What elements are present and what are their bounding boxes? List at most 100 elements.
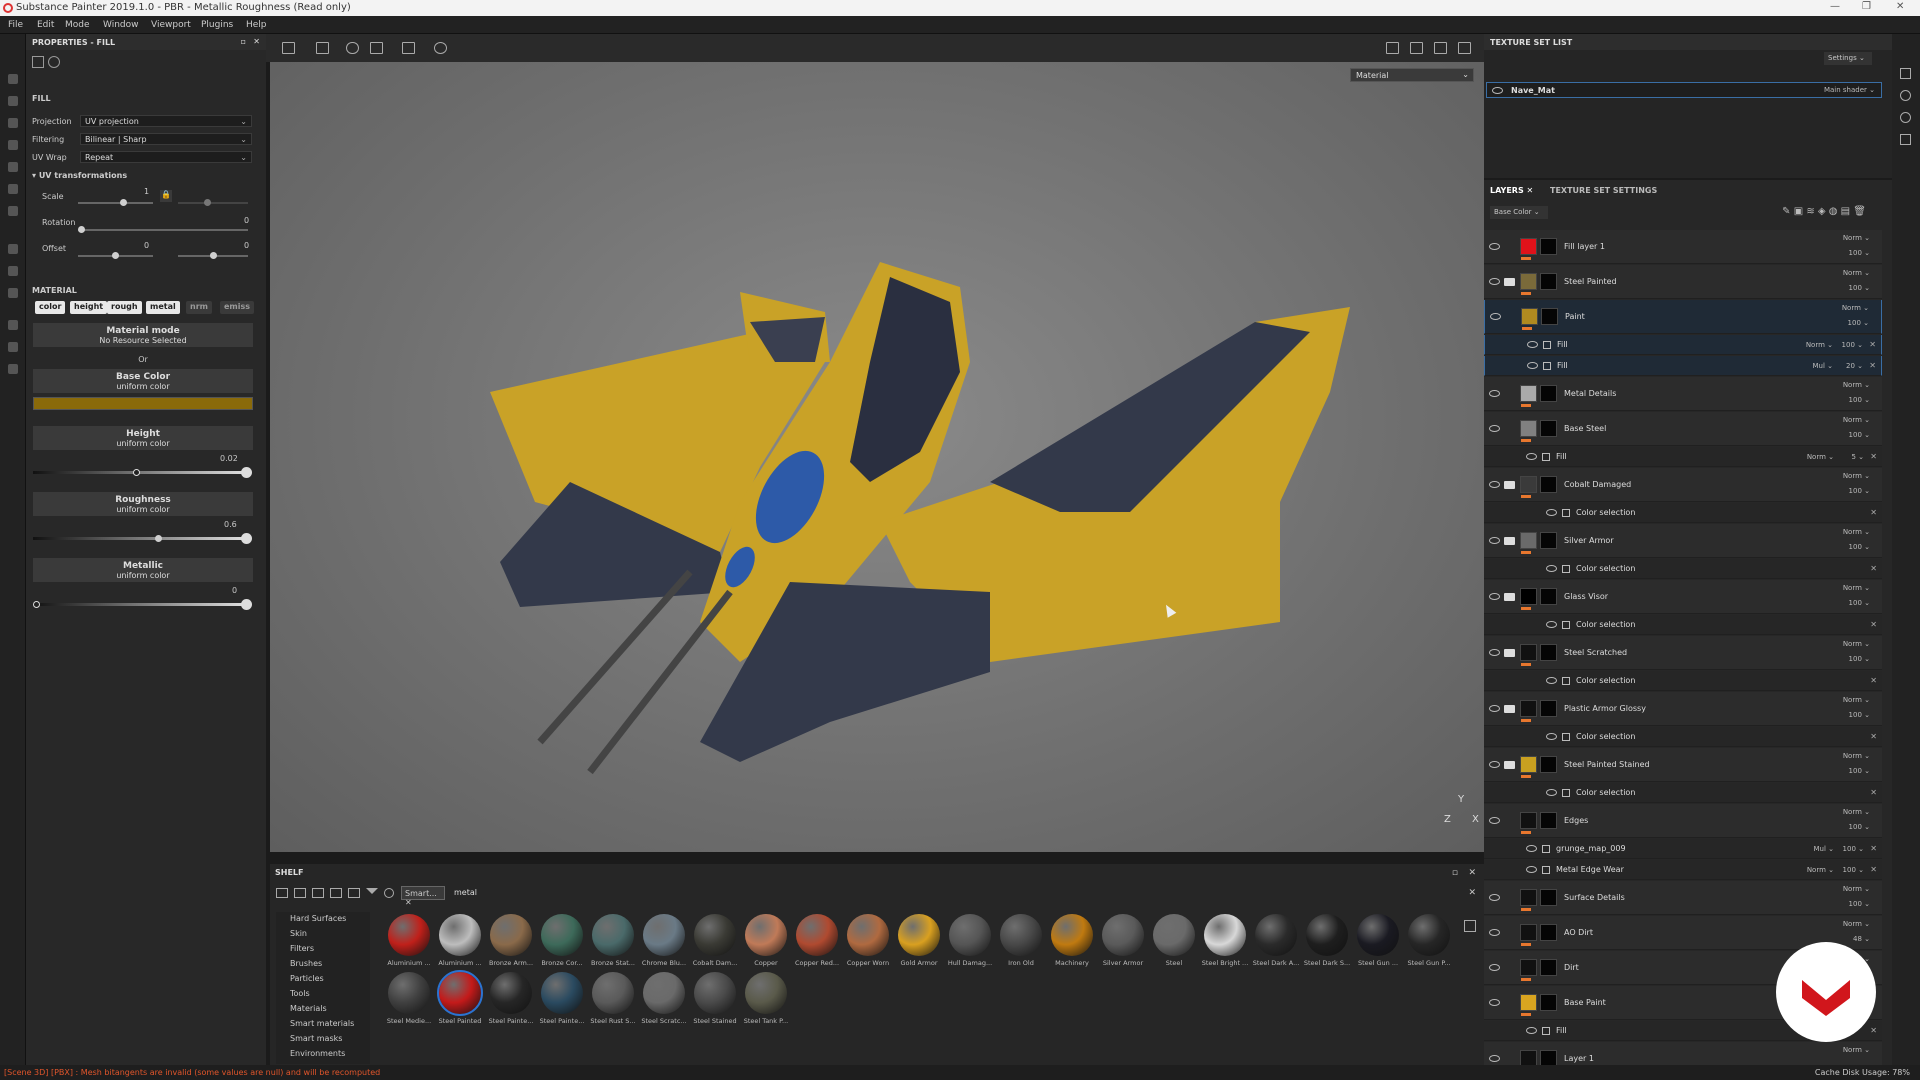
material-preview-ball[interactable]	[1357, 914, 1399, 956]
blend-mode-dropdown[interactable]: Norm ⌄	[1843, 1046, 1870, 1054]
remove-effect-icon[interactable]: ✕	[1870, 788, 1877, 797]
layer-mask-thumbnail[interactable]	[1540, 756, 1557, 773]
save-icon[interactable]	[312, 888, 324, 898]
opacity-value[interactable]: 100 ⌄	[1849, 396, 1870, 404]
folder-icon[interactable]	[1504, 481, 1515, 489]
blend-mode-dropdown[interactable]: Norm ⌄	[1806, 341, 1833, 349]
folder-icon[interactable]	[276, 888, 288, 898]
height-slider[interactable]	[33, 469, 243, 476]
opacity-value[interactable]: 100 ⌄	[1848, 319, 1869, 327]
layer-row[interactable]: Base Steel Norm ⌄ 100 ⌄	[1484, 412, 1882, 446]
opacity-value[interactable]: 100 ⌄	[1849, 487, 1870, 495]
menu-file[interactable]: File	[8, 20, 23, 30]
folder-icon[interactable]	[1504, 705, 1515, 713]
material-preview-ball[interactable]	[898, 914, 940, 956]
layer-row[interactable]: Edges Norm ⌄ 100 ⌄	[1484, 804, 1882, 838]
scale-v-slider-knob[interactable]	[204, 199, 211, 206]
layer-mask-thumbnail[interactable]	[1540, 644, 1557, 661]
layer-thumbnail[interactable]	[1520, 994, 1537, 1011]
layer-row[interactable]: Cobalt Damaged Norm ⌄ 100 ⌄	[1484, 468, 1882, 502]
layer-mask-thumbnail[interactable]	[1540, 959, 1557, 976]
material-preview-ball[interactable]	[541, 914, 583, 956]
menu-viewport[interactable]: Viewport	[151, 20, 191, 30]
blend-mode-dropdown[interactable]: Norm ⌄	[1843, 640, 1870, 648]
eye-icon[interactable]	[1489, 761, 1500, 768]
filter-tag[interactable]: Smart... ✕	[401, 886, 445, 907]
close-icon[interactable]: ✕	[1896, 1, 1904, 12]
opacity-value[interactable]: 100 ⌄	[1849, 655, 1870, 663]
scale-slider-knob[interactable]	[120, 199, 127, 206]
remove-effect-icon[interactable]: ✕	[1870, 508, 1877, 517]
layer-thumbnail[interactable]	[1520, 959, 1537, 976]
material-mode-slot[interactable]: Material mode No Resource Selected	[33, 323, 253, 347]
blend-mode-dropdown[interactable]: Norm ⌄	[1807, 866, 1834, 874]
layer-effect-row[interactable]: Color selection ✕	[1484, 615, 1882, 635]
channel-dropdown[interactable]: Base Color ⌄	[1490, 206, 1548, 219]
layer-mask-thumbnail[interactable]	[1540, 420, 1557, 437]
folder-icon[interactable]	[1504, 761, 1515, 769]
photoshop-export-icon[interactable]	[8, 320, 18, 330]
layer-mask-thumbnail[interactable]	[1540, 273, 1557, 290]
category-environments[interactable]: Environments	[276, 1047, 370, 1062]
layer-mask-thumbnail[interactable]	[1540, 889, 1557, 906]
offset-y-slider[interactable]	[178, 252, 248, 259]
blend-mode-dropdown[interactable]: Norm ⌄	[1843, 528, 1870, 536]
layer-mask-thumbnail[interactable]	[1540, 700, 1557, 717]
remove-tag-icon[interactable]: ✕	[405, 898, 412, 907]
shader-dropdown[interactable]: Main shader ⌄	[1824, 86, 1875, 94]
channel-height-toggle[interactable]: height	[70, 301, 108, 314]
view-2d-icon[interactable]	[1386, 42, 1399, 54]
offset-x-slider-knob[interactable]	[112, 252, 119, 259]
layer-mask-thumbnail[interactable]	[1540, 994, 1557, 1011]
layer-thumbnail[interactable]	[1520, 273, 1537, 290]
shelf-search-input[interactable]: metal	[450, 886, 1470, 900]
material-preview-ball[interactable]	[796, 914, 838, 956]
material-preview-ball[interactable]	[388, 914, 430, 956]
eye-icon[interactable]	[1492, 87, 1503, 94]
opacity-value[interactable]: 100 ⌄	[1843, 866, 1864, 874]
layer-mask-thumbnail[interactable]	[1540, 924, 1557, 941]
layer-mask-thumbnail[interactable]	[1540, 588, 1557, 605]
material-preview-ball[interactable]	[1000, 914, 1042, 956]
fill-effect-icon[interactable]	[1542, 1027, 1550, 1035]
opacity-value[interactable]: 100 ⌄	[1849, 900, 1870, 908]
material-preview-ball[interactable]	[1408, 914, 1450, 956]
category-smart-materials[interactable]: Smart materials	[276, 1017, 370, 1032]
layer-thumbnail[interactable]	[1520, 476, 1537, 493]
layer-mask-thumbnail[interactable]	[1540, 385, 1557, 402]
color-selection-icon[interactable]	[1562, 565, 1570, 573]
eye-icon[interactable]	[1546, 565, 1557, 572]
eye-icon[interactable]	[1546, 509, 1557, 516]
eye-icon[interactable]	[1489, 425, 1500, 432]
opacity-value[interactable]: 100 ⌄	[1849, 767, 1870, 775]
material-preview-ball[interactable]	[643, 914, 685, 956]
material-preview-ball[interactable]	[1051, 914, 1093, 956]
material-preview-ball[interactable]	[1204, 914, 1246, 956]
opacity-value[interactable]: 100 ⌄	[1842, 341, 1863, 349]
material-preview-ball[interactable]	[1306, 914, 1348, 956]
material-picker-icon[interactable]	[8, 206, 18, 216]
frame-icon[interactable]	[402, 42, 415, 54]
remove-effect-icon[interactable]: ✕	[1870, 676, 1877, 685]
eye-icon[interactable]	[1527, 362, 1538, 369]
fill-properties-icon[interactable]	[32, 56, 44, 68]
category-tools[interactable]: Tools	[276, 987, 370, 1002]
layer-effect-row[interactable]: Metal Edge Wear Norm ⌄ 100 ⌄ ✕	[1484, 860, 1882, 880]
offset-x-slider[interactable]	[78, 252, 153, 259]
fill-effect-icon[interactable]	[1542, 866, 1550, 874]
new-item-icon[interactable]	[294, 888, 306, 898]
blend-mode-dropdown[interactable]: Norm ⌄	[1843, 472, 1870, 480]
eye-icon[interactable]	[1546, 677, 1557, 684]
menu-plugins[interactable]: Plugins	[201, 20, 233, 30]
blend-mode-dropdown[interactable]: Norm ⌄	[1843, 752, 1870, 760]
roughness-slider-knob[interactable]	[155, 535, 162, 542]
close-panel-icon[interactable]: ✕	[253, 37, 260, 46]
remove-effect-icon[interactable]: ✕	[1870, 865, 1877, 874]
eye-icon[interactable]	[1526, 866, 1537, 873]
layer-effect-row[interactable]: Fill Norm ⌄ 5 ⌄ ✕	[1484, 447, 1882, 467]
fill-effect-icon[interactable]	[1542, 453, 1550, 461]
layer-mask-thumbnail[interactable]	[1540, 238, 1557, 255]
layer-thumbnail[interactable]	[1520, 588, 1537, 605]
align-icon[interactable]	[370, 42, 383, 54]
channel-color-toggle[interactable]: color	[35, 301, 66, 314]
